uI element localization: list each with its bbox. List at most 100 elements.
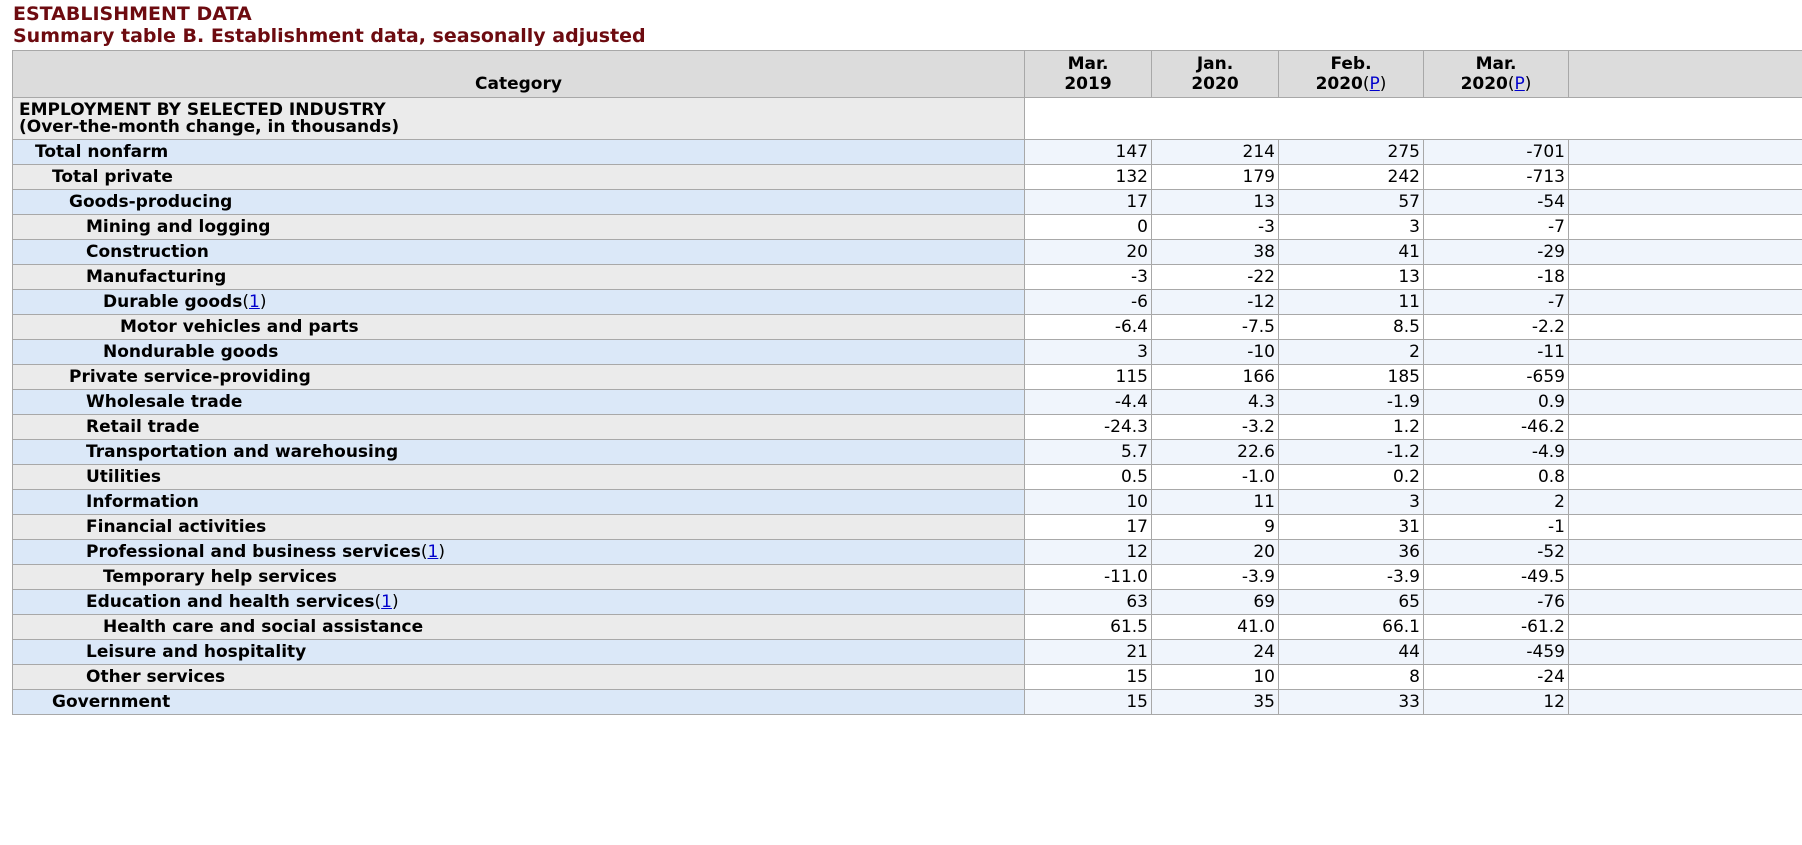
value-cell: -24.3 (1024, 414, 1152, 440)
row-label: Health care and social assistance (103, 617, 424, 637)
value-cell: 132 (1024, 164, 1152, 190)
row-label: Goods-producing (69, 192, 233, 212)
row-label: Education and health services (86, 592, 375, 612)
overflow-cell (1568, 664, 1802, 690)
value-cell: 275 (1278, 139, 1424, 165)
value-cell: 214 (1151, 139, 1279, 165)
preliminary-footnote-link[interactable]: P (1370, 74, 1380, 94)
table-row: Professional and business services(1) 12 2… (12, 539, 1802, 565)
table-row: Temporary help services -11.0 -3.9 -3.9 -49.… (12, 564, 1802, 590)
footnote-link[interactable]: 1 (428, 542, 439, 562)
row-category: Other services (12, 664, 1025, 690)
overflow-cell (1568, 389, 1802, 415)
col-header-month: Feb. (1330, 54, 1372, 74)
value-cell: -54 (1423, 189, 1569, 215)
table-row: Other services 15 10 8 -24 (12, 664, 1802, 690)
table-row: Durable goods(1) -6 -12 11 -7 (12, 289, 1802, 315)
value-cell: 3 (1024, 339, 1152, 365)
col-header-jan-2020: Jan. 2020 (1151, 50, 1279, 98)
value-cell: -701 (1423, 139, 1569, 165)
value-cell: 179 (1151, 164, 1279, 190)
value-cell: -24 (1423, 664, 1569, 690)
value-cell: -3 (1024, 264, 1152, 290)
table-row: Leisure and hospitality 21 24 44 -459 (12, 639, 1802, 665)
value-cell: 166 (1151, 364, 1279, 390)
value-cell: 115 (1024, 364, 1152, 390)
overflow-cell (1568, 464, 1802, 490)
value-cell: 57 (1278, 189, 1424, 215)
overflow-cell (1568, 289, 1802, 315)
value-cell: -52 (1423, 539, 1569, 565)
row-label: Construction (86, 242, 209, 262)
row-label: Durable goods (103, 292, 243, 312)
value-cell: -3.9 (1151, 564, 1279, 590)
row-category: Financial activities (12, 514, 1025, 540)
row-category: Utilities (12, 464, 1025, 490)
overflow-cell (1568, 189, 1802, 215)
overflow-cell (1568, 139, 1802, 165)
value-cell: 10 (1151, 664, 1279, 690)
value-cell: 24 (1151, 639, 1279, 665)
table-row: Construction 20 38 41 -29 (12, 239, 1802, 265)
value-cell: 21 (1024, 639, 1152, 665)
value-cell: 17 (1024, 189, 1152, 215)
row-label: Utilities (86, 467, 162, 487)
header-row: Category Mar. 2019 Jan. 2020 Feb. 2020(P… (12, 50, 1802, 98)
value-cell: -22 (1151, 264, 1279, 290)
row-label: Government (52, 692, 171, 712)
row-category: Construction (12, 239, 1025, 265)
row-label: Wholesale trade (86, 392, 243, 412)
overflow-cell (1568, 514, 1802, 540)
table-row: Motor vehicles and parts -6.4 -7.5 8.5 -2.2 (12, 314, 1802, 340)
value-cell: -7.5 (1151, 314, 1279, 340)
overflow-cell (1568, 539, 1802, 565)
section-heading: EMPLOYMENT BY SELECTED INDUSTRY (Over-th… (12, 97, 1025, 140)
value-cell: -6 (1024, 289, 1152, 315)
row-label: Other services (86, 667, 226, 687)
value-cell: 5.7 (1024, 439, 1152, 465)
value-cell: -11 (1423, 339, 1569, 365)
value-cell: 35 (1151, 689, 1279, 715)
value-cell: -713 (1423, 164, 1569, 190)
row-label: Total nonfarm (35, 142, 169, 162)
row-category: Total nonfarm (12, 139, 1025, 165)
value-cell: 15 (1024, 664, 1152, 690)
row-category: Education and health services(1) (12, 589, 1025, 615)
preliminary-footnote-link[interactable]: P (1515, 74, 1525, 94)
value-cell: 0.2 (1278, 464, 1424, 490)
row-label: Temporary help services (103, 567, 337, 587)
footnote-link[interactable]: 1 (381, 592, 392, 612)
row-label: Private service-providing (69, 367, 311, 387)
value-cell: 3 (1278, 214, 1424, 240)
value-cell: 33 (1278, 689, 1424, 715)
col-header-mar-2020: Mar. 2020(P) (1423, 50, 1569, 98)
value-cell: 11 (1151, 489, 1279, 515)
footnote-link[interactable]: 1 (249, 292, 260, 312)
value-cell: -61.2 (1423, 614, 1569, 640)
overflow-cell (1568, 414, 1802, 440)
col-header-month: Mar. (1475, 54, 1517, 74)
section-blank-cell (1024, 97, 1802, 140)
overflow-cell (1568, 639, 1802, 665)
row-label: Retail trade (86, 417, 200, 437)
overflow-cell (1568, 439, 1802, 465)
table-title: Summary table B. Establishment data, sea… (13, 25, 646, 47)
value-cell: -10 (1151, 339, 1279, 365)
table-row: Total nonfarm 147 214 275 -701 (12, 139, 1802, 165)
value-cell: 8.5 (1278, 314, 1424, 340)
table-row: Information 10 11 3 2 (12, 489, 1802, 515)
value-cell: -18 (1423, 264, 1569, 290)
value-cell: 8 (1278, 664, 1424, 690)
value-cell: 63 (1024, 589, 1152, 615)
value-cell: 185 (1278, 364, 1424, 390)
value-cell: 38 (1151, 239, 1279, 265)
overflow-cell (1568, 564, 1802, 590)
value-cell: 147 (1024, 139, 1152, 165)
value-cell: 11 (1278, 289, 1424, 315)
value-cell: -46.2 (1423, 414, 1569, 440)
value-cell: 13 (1278, 264, 1424, 290)
value-cell: -11.0 (1024, 564, 1152, 590)
value-cell: 61.5 (1024, 614, 1152, 640)
row-category: Private service-providing (12, 364, 1025, 390)
row-category: Professional and business services(1) (12, 539, 1025, 565)
